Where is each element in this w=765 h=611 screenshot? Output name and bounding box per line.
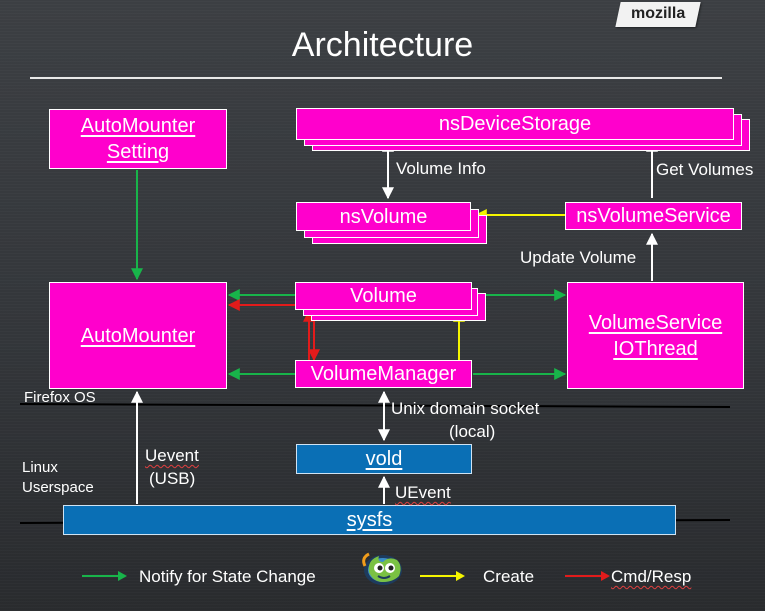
update-volume-label: Update Volume xyxy=(520,248,637,267)
volume-box: Volume xyxy=(295,282,472,310)
unix-socket-label-line1: Unix domain socket xyxy=(391,399,540,418)
volume-label: Volume xyxy=(350,285,417,307)
legend-notify-arrow xyxy=(82,571,127,581)
sysfs-box: sysfs xyxy=(63,505,676,535)
volume-service-iothread-label: VolumeService IOThread xyxy=(588,311,723,360)
get-volumes-label: Get Volumes xyxy=(656,160,754,179)
vold-label: vold xyxy=(365,448,403,470)
ns-device-storage-box: nsDeviceStorage xyxy=(296,108,734,140)
volume-info-label: Volume Info xyxy=(396,159,486,178)
legend-notify-label: Notify for State Change xyxy=(139,567,316,586)
legend-cmd-label: Cmd/Resp xyxy=(611,567,692,586)
architecture-slide: mozilla Architecture AutoMounter Setting… xyxy=(0,0,765,611)
automounter-setting-label: AutoMounter Setting xyxy=(80,115,196,163)
ns-volume-service-box: nsVolumeService xyxy=(565,202,742,230)
uevent-vold-label: UEvent xyxy=(395,483,451,502)
legend-cmd-arrow xyxy=(565,571,610,581)
automounter-setting-box: AutoMounter Setting xyxy=(49,109,227,169)
uevent-usb-label-line1: Uevent xyxy=(145,446,199,465)
volume-service-iothread-box: VolumeService IOThread xyxy=(567,282,744,389)
legend-create-label: Create xyxy=(483,567,535,586)
firefox-os-layer-label: Firefox OS xyxy=(24,389,96,406)
firefox-os-boundary-line xyxy=(19,403,731,408)
volume-manager-box: VolumeManager xyxy=(295,360,472,388)
uevent-usb-label-line2: (USB) xyxy=(149,469,196,488)
ns-volume-box: nsVolume xyxy=(296,202,471,231)
ns-device-storage-label: nsDeviceStorage xyxy=(438,113,592,135)
automounter-label: AutoMounter xyxy=(80,324,196,347)
vold-box: vold xyxy=(296,444,472,474)
volume-manager-label: VolumeManager xyxy=(310,363,457,385)
legend-create-arrow xyxy=(420,571,465,581)
linux-layer-label-line1: Linux xyxy=(22,459,58,476)
ns-volume-service-label: nsVolumeService xyxy=(576,205,731,227)
ns-volume-label: nsVolume xyxy=(339,205,428,228)
automounter-box: AutoMounter xyxy=(49,282,227,389)
sysfs-label: sysfs xyxy=(346,509,393,531)
unix-socket-label-line2: (local) xyxy=(449,422,496,441)
firefox-os-mascot-icon xyxy=(359,548,409,588)
linux-layer-label-line2: Userspace xyxy=(22,479,94,496)
